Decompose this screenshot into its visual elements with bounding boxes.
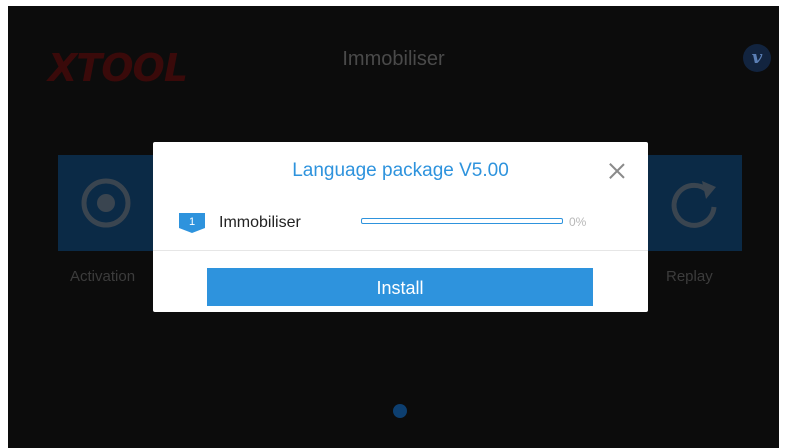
- divider: [153, 250, 648, 251]
- download-progress-bar: [361, 218, 563, 224]
- replay-tile[interactable]: [646, 155, 742, 251]
- replay-label: Replay: [666, 268, 713, 285]
- progress-percent: 0%: [569, 215, 587, 229]
- vip-badge-icon[interactable]: v: [743, 44, 771, 72]
- activation-label: Activation: [70, 268, 136, 285]
- dialog-title: Language package V5.00: [292, 160, 509, 181]
- item-number-badge: 1: [179, 213, 205, 233]
- target-icon: [81, 178, 131, 228]
- activation-tile[interactable]: [58, 155, 154, 251]
- refresh-icon: [671, 181, 717, 228]
- install-button[interactable]: Install: [207, 268, 593, 306]
- package-name: Immobiliser: [219, 214, 301, 231]
- language-package-dialog: Language package V5.00 1 Immobiliser 0% …: [153, 142, 648, 312]
- screen: XTOOL Immobiliser v Activation Replay La…: [8, 6, 779, 448]
- package-row: 1 Immobiliser 0%: [153, 204, 648, 244]
- close-icon[interactable]: [606, 160, 628, 182]
- page-title: Immobiliser: [342, 48, 445, 70]
- page-indicator-dot: [393, 404, 407, 418]
